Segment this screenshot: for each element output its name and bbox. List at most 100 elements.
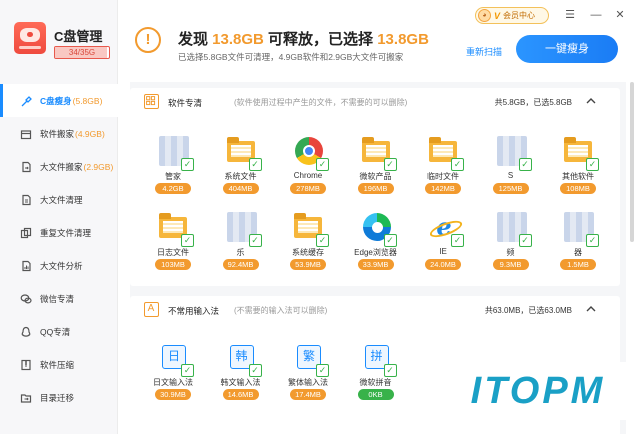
item-label: 其他软件 (562, 172, 594, 181)
item-tile[interactable]: ✓ 日志文件 103MB (141, 212, 205, 276)
item-label: 乐 (236, 248, 245, 257)
section-title: 不常用输入法 (168, 306, 220, 316)
item-tile[interactable]: ✓ 管家 4.2GB (141, 136, 205, 200)
sidebar-item-3[interactable]: 大文件清理 (0, 183, 118, 216)
sidebar-item-8[interactable]: 软件压缩 (0, 348, 118, 381)
alert-icon: ! (135, 27, 161, 53)
item-tile[interactable]: ✓ 频 9.3MB (479, 212, 543, 276)
sidebar-item-1[interactable]: 软件搬家 (4.9GB) (0, 117, 118, 150)
disk-logo-icon (14, 22, 46, 54)
item-checkbox[interactable]: ✓ (518, 158, 532, 171)
vip-badge: V (494, 10, 501, 21)
item-checkbox[interactable]: ✓ (383, 364, 397, 377)
box-icon (20, 128, 32, 140)
chevron-up-icon[interactable] (584, 94, 598, 108)
sidebar-item-label: 软件压缩 (40, 359, 75, 370)
item-checkbox[interactable]: ✓ (383, 234, 397, 247)
item-tile[interactable]: ✓ S 125MB (479, 136, 543, 200)
item-label: Chrome (293, 171, 323, 180)
item-checkbox[interactable]: ✓ (451, 158, 464, 171)
item-tile[interactable]: 繁 ✓ 繁体输入法 17.4MB (276, 342, 340, 406)
vip-center-label: 会员中心 (503, 11, 536, 20)
item-checkbox[interactable]: ✓ (248, 364, 262, 377)
menu-icon[interactable]: ☰ (562, 7, 578, 23)
minimize-icon[interactable]: — (588, 7, 604, 23)
item-size-badge: 142MB (425, 183, 461, 194)
item-tile[interactable]: ✓ Chrome 278MB (276, 136, 340, 200)
item-size-badge: 404MB (222, 183, 259, 194)
close-icon[interactable]: ✕ (612, 7, 628, 23)
sidebar-item-6[interactable]: 微信专清 (0, 282, 118, 315)
item-tile[interactable]: ✓ 微软产品 196MB (344, 136, 408, 200)
releasable-size: 13.8GB (212, 31, 264, 48)
item-tile[interactable]: ✓ 临时文件 142MB (411, 136, 475, 200)
item-size-badge: 125MB (492, 183, 529, 194)
section-software-clean: 软件专清 (软件使用过程中产生的文件，不需要的可以删除) 共5.8GB，已选5.8G… (130, 88, 620, 286)
item-tile[interactable]: 韩 ✓ 韩文输入法 14.6MB (209, 342, 273, 406)
sidebar-item-7[interactable]: QQ专清 (0, 315, 118, 348)
scan-result-subline: 已选择5.8GB文件可清理，4.9GB软件和2.9GB大文件可搬家 (178, 52, 404, 62)
sidebar-item-label: 大文件清理 (40, 194, 83, 205)
item-checkbox[interactable]: ✓ (181, 158, 194, 171)
scrollbar[interactable] (630, 82, 634, 242)
sidebar-nav: C盘瘦身 (5.8GB) 软件搬家 (4.9GB) 大文件搬家 (2.9GB) 大文件清理重… (0, 84, 118, 414)
item-tile[interactable]: 拼 ✓ 微软拼音 0KB (344, 342, 408, 406)
item-size-badge: 103MB (155, 259, 191, 270)
item-checkbox[interactable]: ✓ (248, 158, 262, 171)
item-tile[interactable]: ✓ 乐 92.4MB (209, 212, 273, 276)
item-size-badge: 14.6MB (222, 389, 259, 400)
sidebar-item-2[interactable]: 大文件搬家 (2.9GB) (0, 150, 118, 183)
sidebar-item-label: 软件搬家 (40, 128, 75, 139)
item-checkbox[interactable]: ✓ (248, 234, 262, 247)
item-checkbox[interactable]: ✓ (586, 234, 599, 247)
broom-icon (20, 95, 32, 107)
item-tile[interactable]: ✓ 器 1.5MB (546, 212, 610, 276)
item-checkbox[interactable]: ✓ (316, 158, 329, 171)
item-label: 临时文件 (427, 172, 459, 181)
item-tile[interactable]: e ✓ IE 24.0MB (411, 212, 475, 276)
item-checkbox[interactable]: ✓ (316, 364, 329, 377)
item-tile[interactable]: ✓ Edge浏览器 33.9MB (344, 212, 408, 276)
item-checkbox[interactable]: ✓ (181, 364, 194, 377)
sidebar-item-9[interactable]: 目录迁移 (0, 381, 118, 414)
chevron-up-icon[interactable] (584, 302, 598, 316)
item-checkbox[interactable]: ✓ (383, 158, 397, 171)
analysis-icon (20, 260, 32, 272)
sidebar-item-label: 微信专清 (40, 293, 75, 304)
sidebar: C盘管理 34/35G C盘瘦身 (5.8GB) 软件搬家 (4.9GB) 大文件搬家(… (0, 0, 118, 434)
rescan-link[interactable]: 重新扫描 (466, 45, 502, 58)
item-checkbox[interactable]: ✓ (451, 234, 464, 247)
item-checkbox[interactable]: ✓ (181, 234, 194, 247)
item-checkbox[interactable]: ✓ (518, 234, 532, 247)
item-label: Edge浏览器 (354, 248, 397, 257)
disk-usage-text: 34/35G (68, 48, 96, 57)
scan-result-headline: 发现 13.8GB 可释放，已选择 13.8GB (178, 28, 429, 49)
header: ◕ V 会员中心 ☰ — ✕ ! 发现 13.8GB 可释放，已选择 13.8G… (118, 0, 640, 72)
item-size-badge: 9.3MB (492, 259, 529, 270)
section-description: (软件使用过程中产生的文件，不需要的可以删除) (234, 98, 408, 107)
sidebar-item-label: 大文件分析 (40, 260, 83, 271)
sidebar-item-4[interactable]: 重复文件清理 (0, 216, 118, 249)
headline-mid: 可释放，已选择 (263, 31, 378, 48)
sidebar-item-label: 目录迁移 (40, 392, 75, 403)
duplicate-icon (20, 227, 32, 239)
item-tile[interactable]: 日 ✓ 日文输入法 30.9MB (141, 342, 205, 406)
item-size-badge: 278MB (290, 183, 326, 194)
item-label: 管家 (165, 172, 181, 181)
item-checkbox[interactable]: ✓ (316, 234, 329, 247)
item-tile[interactable]: ✓ 系统缓存 53.9MB (276, 212, 340, 276)
item-checkbox[interactable]: ✓ (586, 158, 599, 171)
item-tile[interactable]: ✓ 其他软件 108MB (546, 136, 610, 200)
app-title: C盘管理 (54, 29, 103, 44)
section-stats: 共5.8GB，已选5.8GB (494, 98, 572, 107)
item-label: 韩文输入法 (220, 378, 261, 387)
sidebar-item-5[interactable]: 大文件分析 (0, 249, 118, 282)
sidebar-item-0[interactable]: C盘瘦身 (5.8GB) (0, 84, 118, 117)
section-stats: 共63.0MB，已选63.0MB (484, 306, 572, 315)
vip-center-button[interactable]: ◕ V 会员中心 (475, 7, 549, 24)
one-click-slim-button[interactable]: 一键瘦身 (516, 35, 618, 63)
item-label: IE (439, 247, 447, 256)
qq-icon (20, 326, 32, 338)
item-tile[interactable]: ✓ 系统文件 404MB (209, 136, 273, 200)
item-label: 繁体输入法 (288, 378, 328, 387)
